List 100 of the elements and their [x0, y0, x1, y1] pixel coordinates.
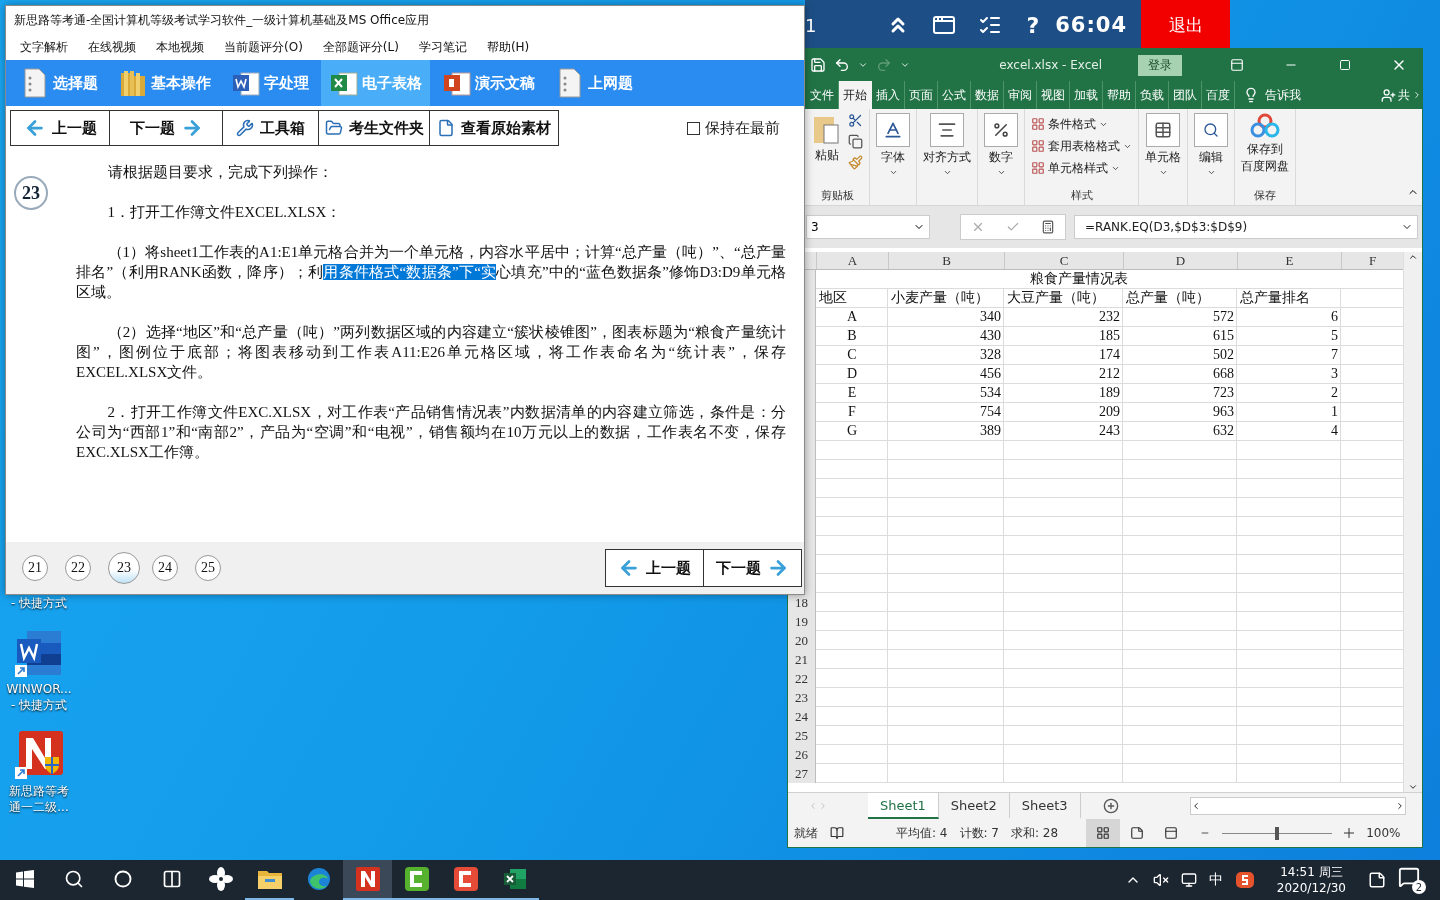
function-icon[interactable]: [1040, 220, 1055, 234]
start-icon[interactable]: [15, 870, 34, 888]
tell-me-field[interactable]: 告诉我: [1265, 86, 1301, 104]
maximize-icon[interactable]: [1339, 59, 1351, 71]
network-icon[interactable]: [1180, 872, 1197, 888]
row-number[interactable]: 25: [788, 726, 815, 745]
menu-item[interactable]: 文字解析: [10, 38, 78, 56]
add-sheet-icon[interactable]: [1102, 798, 1119, 814]
menu-item[interactable]: 在线视频: [78, 38, 146, 56]
app-icon[interactable]: [354, 866, 381, 892]
name-box[interactable]: 3: [806, 215, 930, 239]
toolbar-button[interactable]: 工具箱: [222, 110, 319, 146]
scroll-right-icon[interactable]: [1412, 90, 1422, 100]
page-number-button[interactable]: 21: [22, 555, 48, 581]
menu-item[interactable]: 当前题评分(O): [214, 38, 313, 56]
formula-field[interactable]: =RANK.EQ(D3,$D$3:$D$9): [1074, 215, 1418, 239]
menu-item[interactable]: 学习笔记: [408, 38, 477, 56]
row-number[interactable]: 23: [788, 688, 815, 707]
notes-icon[interactable]: [1368, 871, 1386, 889]
pinwheel-icon[interactable]: [207, 866, 234, 892]
input-method-indicator[interactable]: 中: [1208, 871, 1223, 889]
sign-in-button[interactable]: 登录: [1138, 54, 1182, 76]
style-menu-button[interactable]: 套用表格格式: [1031, 135, 1132, 157]
undo-icon[interactable]: [834, 57, 850, 73]
row-number[interactable]: 18: [788, 593, 815, 612]
page-layout-icon[interactable]: [1130, 826, 1145, 840]
toolbar-button[interactable]: 下一题: [109, 110, 223, 146]
page-number-button[interactable]: 24: [152, 555, 178, 581]
share-icon[interactable]: [1381, 87, 1396, 103]
page-number-button[interactable]: 23: [108, 552, 140, 584]
scroll-down-icon[interactable]: [1408, 782, 1418, 792]
ribbon-button[interactable]: 对齐方式: [923, 113, 971, 177]
save-icon[interactable]: [810, 57, 826, 73]
page-number-button[interactable]: 25: [195, 555, 221, 581]
paste-button[interactable]: 粘贴: [812, 113, 842, 164]
save-to-cloud-button[interactable]: 保存到 百度网盘: [1241, 113, 1289, 175]
muted-speaker-icon[interactable]: [1152, 872, 1169, 888]
cut-icon[interactable]: [848, 113, 863, 128]
caret-icon[interactable]: [858, 60, 868, 70]
column-letter[interactable]: A: [816, 252, 888, 269]
scroll-up-icon[interactable]: [1408, 252, 1418, 262]
copy-icon[interactable]: [848, 134, 863, 149]
search-icon[interactable]: [63, 869, 84, 889]
menu-item[interactable]: 帮助(H): [476, 38, 540, 56]
zoom-thumb[interactable]: [1275, 826, 1280, 840]
row-number[interactable]: 26: [788, 745, 815, 764]
column-letter[interactable]: C: [1004, 252, 1123, 269]
editor-icon[interactable]: [452, 866, 479, 892]
toolbar-button[interactable]: 考生文件夹: [318, 110, 430, 146]
checkbox[interactable]: [687, 121, 700, 135]
table-cell-text: 430: [979, 327, 1002, 345]
folder-icon: [324, 119, 343, 137]
row-number[interactable]: 19: [788, 612, 815, 631]
help-button[interactable]: ?: [1026, 12, 1040, 38]
menu-item[interactable]: 本地视频: [146, 38, 214, 56]
window-icon[interactable]: [932, 13, 957, 37]
sheet-tab[interactable]: Sheet1: [868, 793, 939, 819]
browser-icon[interactable]: [305, 866, 332, 892]
scroll-right-icon[interactable]: [1395, 801, 1405, 811]
page-break-icon[interactable]: [1164, 826, 1179, 840]
row-number[interactable]: 27: [788, 764, 815, 783]
row-number[interactable]: 22: [788, 669, 815, 688]
task-view-icon[interactable]: [161, 869, 182, 889]
toolbar-button[interactable]: 查看原始素材: [429, 110, 559, 146]
caret-icon: [996, 168, 1006, 177]
zoom-in-icon[interactable]: [1344, 828, 1355, 838]
group-label: 样式: [1069, 188, 1094, 203]
table-cell-text: 6: [1330, 308, 1339, 326]
ime-app-icon[interactable]: [1234, 870, 1255, 890]
menu-item[interactable]: 全部题评分(L): [312, 38, 409, 56]
toolbar-button[interactable]: 上一题: [10, 110, 110, 146]
vertical-scrollbar[interactable]: [1403, 252, 1422, 792]
horizontal-scrollbar[interactable]: [1190, 797, 1406, 815]
clock[interactable]: 14:51 周三 2020/12/30: [1276, 864, 1346, 896]
style-menu-button[interactable]: 条件格式: [1031, 113, 1108, 135]
row-number[interactable]: 21: [788, 650, 815, 669]
column-letter[interactable]: D: [1123, 252, 1237, 269]
ribbon-display-icon[interactable]: [1230, 58, 1244, 72]
column-letter[interactable]: E: [1237, 252, 1341, 269]
style-menu-button[interactable]: 单元格样式: [1031, 157, 1120, 179]
recorder-icon[interactable]: [403, 866, 430, 892]
exit-button[interactable]: 退出: [1141, 0, 1230, 50]
scroll-left-icon[interactable]: [1191, 801, 1201, 811]
previous-sheet-icon: [808, 801, 818, 811]
folder-icon[interactable]: [256, 868, 283, 890]
column-letter[interactable]: B: [888, 252, 1004, 269]
customize-icon[interactable]: [900, 60, 910, 70]
nav-button[interactable]: 下一题: [703, 549, 802, 587]
app-shortcut-icon[interactable]: [13, 729, 65, 781]
spreadsheet-icon[interactable]: [501, 866, 528, 892]
share-button[interactable]: 共: [1398, 86, 1410, 104]
page-number-button[interactable]: 22: [65, 555, 91, 581]
row-number[interactable]: 24: [788, 707, 815, 726]
ribbon-tab[interactable]: 开始: [839, 81, 872, 109]
format-painter-icon[interactable]: [848, 155, 863, 170]
table-cell-text: 185: [1098, 327, 1121, 345]
nav-button[interactable]: 上一题: [605, 549, 704, 587]
normal-view-icon[interactable]: [1096, 826, 1111, 840]
circle-icon[interactable]: [113, 870, 132, 888]
row-number[interactable]: 20: [788, 631, 815, 650]
